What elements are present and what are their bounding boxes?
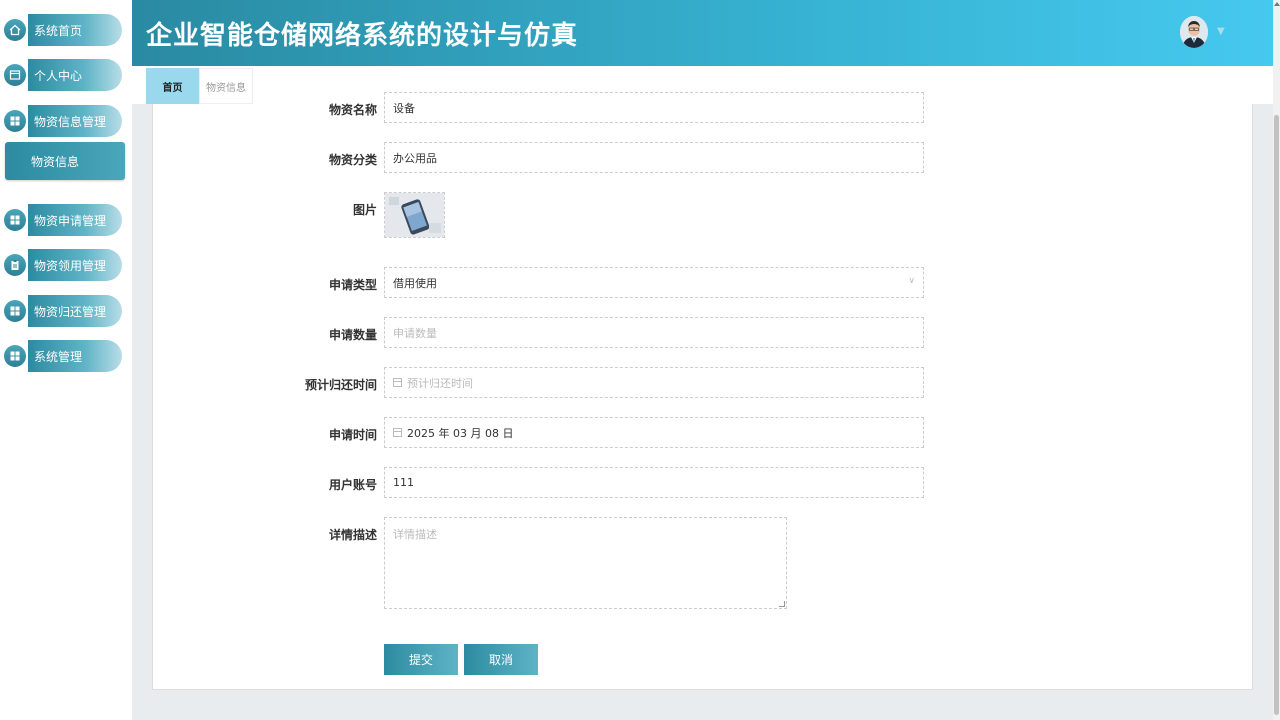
image-label: 图片 [352, 203, 377, 217]
sidebar-item-label: 物资申请管理 [28, 204, 122, 236]
scroll-up-icon[interactable] [1274, 2, 1280, 6]
app-title: 企业智能仓储网络系统的设计与仿真 [146, 21, 579, 51]
sidebar-item-label: 物资信息管理 [28, 105, 122, 137]
sidebar: 系统首页 个人中心 物资信息管理 物资信息 物资申请管理 物资领用管理 物资归还… [0, 0, 132, 720]
cancel-button[interactable]: 取消 [464, 644, 538, 675]
material-image[interactable] [384, 192, 445, 238]
account-input[interactable]: 111 [384, 467, 924, 498]
calendar-icon [393, 428, 402, 437]
grid-icon [4, 110, 26, 132]
home-icon [4, 19, 26, 41]
return-time-placeholder: 预计归还时间 [407, 376, 473, 390]
apply-time-label: 申请时间 [328, 428, 377, 442]
form-panel: 物资名称 设备 物资分类 办公用品 图片 申请类型 借用使用 ∨ 申请数量 申请… [152, 92, 1253, 690]
apply-qty-input[interactable]: 申请数量 [384, 317, 924, 348]
name-field[interactable]: 设备 [384, 92, 924, 123]
sidebar-item-material-info-mgmt[interactable]: 物资信息管理 [4, 105, 122, 137]
sidebar-item-system-mgmt[interactable]: 系统管理 [4, 340, 122, 372]
sidebar-subitem-material-info[interactable]: 物资信息 [5, 142, 125, 180]
avatar[interactable] [1180, 16, 1208, 48]
return-time-input[interactable]: 预计归还时间 [384, 367, 924, 398]
submit-button[interactable]: 提交 [384, 644, 458, 675]
scrollbar[interactable] [1273, 0, 1280, 720]
resize-handle-icon[interactable] [779, 601, 785, 607]
sidebar-item-return-mgmt[interactable]: 物资归还管理 [4, 295, 122, 327]
account-value: 111 [393, 476, 414, 489]
description-label: 详情描述 [328, 528, 377, 542]
name-value: 设备 [393, 101, 415, 115]
category-field[interactable]: 办公用品 [384, 142, 924, 173]
grid-icon [4, 300, 26, 322]
clipboard-icon [4, 254, 26, 276]
category-value: 办公用品 [393, 151, 437, 165]
apply-type-select[interactable]: 借用使用 ∨ [384, 267, 924, 298]
description-placeholder: 详情描述 [393, 528, 437, 541]
sidebar-item-label: 个人中心 [28, 59, 122, 91]
chevron-down-icon: ∨ [908, 276, 915, 286]
tab-home[interactable]: 首页 [146, 68, 199, 104]
apply-qty-label: 申请数量 [328, 328, 377, 342]
description-textarea[interactable]: 详情描述 [384, 517, 787, 609]
scroll-thumb[interactable] [1274, 115, 1279, 715]
chevron-down-icon[interactable]: ▼ [1217, 26, 1225, 37]
apply-type-label: 申请类型 [328, 278, 377, 292]
sidebar-item-label: 物资归还管理 [28, 295, 122, 327]
apply-qty-placeholder: 申请数量 [393, 326, 437, 340]
profile-card-icon [4, 64, 26, 86]
sidebar-item-receive-mgmt[interactable]: 物资领用管理 [4, 249, 122, 281]
name-label: 物资名称 [328, 103, 377, 117]
sidebar-item-apply-mgmt[interactable]: 物资申请管理 [4, 204, 122, 236]
return-time-label: 预计归还时间 [304, 378, 377, 392]
category-label: 物资分类 [328, 153, 377, 167]
sidebar-item-profile[interactable]: 个人中心 [4, 59, 122, 91]
account-label: 用户账号 [328, 478, 377, 492]
calendar-icon [393, 378, 402, 387]
apply-type-value: 借用使用 [393, 276, 437, 290]
apply-time-value: 2025 年 03 月 08 日 [407, 426, 514, 440]
sidebar-item-label: 系统管理 [28, 340, 122, 372]
apply-time-input[interactable]: 2025 年 03 月 08 日 [384, 417, 924, 448]
tab-material-info[interactable]: 物资信息 [199, 68, 253, 104]
grid-icon [4, 209, 26, 231]
sidebar-item-label: 系统首页 [28, 14, 122, 46]
sidebar-item-label: 物资领用管理 [28, 249, 122, 281]
grid-icon [4, 345, 26, 367]
top-header: 企业智能仓储网络系统的设计与仿真 ▼ [132, 0, 1273, 66]
sidebar-item-home[interactable]: 系统首页 [4, 14, 122, 46]
